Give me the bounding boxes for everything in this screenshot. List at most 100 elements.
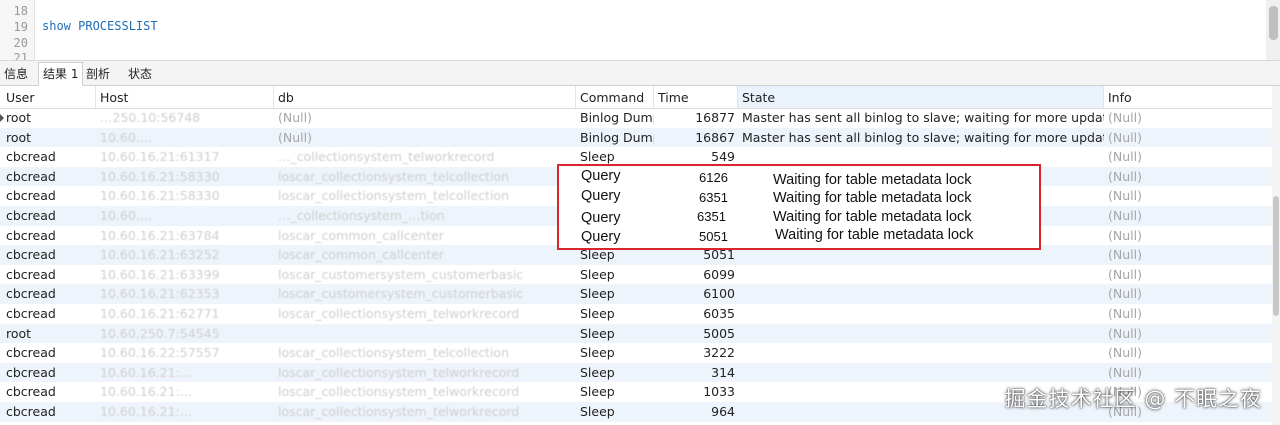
table-row[interactable]: cbcread 10.60.16.21:… loscar_collectionsys… [0,362,1280,383]
cell-user[interactable]: root [2,128,96,148]
cell-time[interactable]: 5005 [654,324,738,344]
cell-command[interactable]: Binlog Dump [576,108,654,128]
cell-host[interactable]: 10.60.250.7:54545 [96,324,274,344]
grid-scroll-thumb[interactable] [1273,196,1279,316]
table-row[interactable]: root 10.60.250.7:54545 Sleep 5005 (Null) [0,323,1280,344]
cell-state[interactable] [738,324,1104,344]
table-row[interactable]: cbcread 10.60.16.21:62771 loscar_collectio… [0,304,1280,324]
cell-db[interactable]: loscar_common_callcenter [274,245,576,265]
cell-host[interactable]: 10.60.16.21:63784 [96,226,274,246]
cell-time[interactable]: 314 [654,363,738,383]
result-grid[interactable]: User Host db Command Time State Info roo… [0,86,1280,425]
cell-db[interactable]: loscar_collectionsystem_telworkrecord [274,363,576,383]
cell-user[interactable]: cbcread [2,167,96,187]
cell-host[interactable]: 10.60.… [96,206,274,226]
editor-scroll-thumb[interactable] [1269,6,1278,40]
tab-result-1[interactable]: 结果 1 [38,62,84,86]
cell-info[interactable]: (Null) [1104,363,1264,383]
cell-user[interactable]: cbcread [2,402,96,422]
cell-time[interactable]: 6035 [654,304,738,324]
cell-state[interactable] [738,343,1104,363]
cell-command[interactable]: Sleep [576,304,654,324]
table-row[interactable]: root …250.10:56748 (Null) Binlog Dump 16877 M… [0,108,1280,128]
cell-user[interactable]: cbcread [2,304,96,324]
cell-db[interactable]: loscar_collectionsystem_telcollection [274,167,576,187]
cell-user[interactable]: cbcread [2,363,96,383]
cell-state[interactable] [738,304,1104,324]
cell-info[interactable]: (Null) [1104,128,1264,148]
column-header-db[interactable]: db [274,86,576,108]
cell-command[interactable]: Sleep [576,265,654,285]
sql-code-line[interactable]: show PROCESSLIST [42,19,158,33]
column-header-command[interactable]: Command [576,86,654,108]
cell-info[interactable]: (Null) [1104,147,1264,167]
cell-db[interactable]: loscar_common_callcenter [274,226,576,246]
cell-info[interactable]: (Null) [1104,245,1264,265]
cell-db[interactable]: loscar_collectionsystem_telcollection [274,186,576,206]
column-header-info[interactable]: Info [1104,86,1272,108]
cell-time[interactable]: 16877 [654,108,738,128]
cell-state[interactable] [738,363,1104,383]
cell-time[interactable]: 16867 [654,128,738,148]
cell-host[interactable]: 10.60.16.21:58330 [96,186,274,206]
cell-state[interactable]: Master has sent all binlog to slave; wai… [738,108,1104,128]
cell-db[interactable]: …_collectionsystem_telworkrecord [274,147,576,167]
tab-profile[interactable]: 剖析 [82,63,114,85]
cell-host[interactable]: 10.60.16.21:63399 [96,265,274,285]
cell-user[interactable]: cbcread [2,147,96,167]
cell-state[interactable] [738,284,1104,304]
cell-info[interactable]: (Null) [1104,284,1264,304]
cell-command[interactable]: Sleep [576,324,654,344]
editor-scrollbar[interactable] [1266,0,1280,60]
cell-host[interactable]: 10.60.… [96,128,274,148]
column-header-time[interactable]: Time [654,86,738,108]
cell-user[interactable]: cbcread [2,284,96,304]
cell-host[interactable]: 10.60.16.21:… [96,363,274,383]
cell-db[interactable]: loscar_customersystem_customerbasic [274,284,576,304]
table-row[interactable]: cbcread 10.60.16.21:63399 loscar_customers… [0,265,1280,285]
cell-time[interactable]: 964 [654,402,738,422]
cell-host[interactable]: …250.10:56748 [96,108,274,128]
cell-time[interactable]: 3222 [654,343,738,363]
sql-editor[interactable]: 18 19 20 21 show PROCESSLIST [0,0,1280,61]
cell-db[interactable]: (Null) [274,128,576,148]
cell-command[interactable]: Sleep [576,402,654,422]
cell-db[interactable]: loscar_collectionsystem_telworkrecord [274,382,576,402]
cell-command[interactable]: Sleep [576,284,654,304]
cell-info[interactable]: (Null) [1104,186,1264,206]
cell-state[interactable]: Master has sent all binlog to slave; wai… [738,128,1104,148]
cell-command[interactable]: Sleep [576,382,654,402]
cell-host[interactable]: 10.60.16.21:63252 [96,245,274,265]
cell-time[interactable]: 6099 [654,265,738,285]
cell-db[interactable]: loscar_collectionsystem_telworkrecord [274,304,576,324]
cell-info[interactable]: (Null) [1104,108,1264,128]
cell-info[interactable]: (Null) [1104,304,1264,324]
cell-db[interactable]: …_collectionsystem_…tion [274,206,576,226]
cell-host[interactable]: 10.60.16.22:57557 [96,343,274,363]
cell-info[interactable]: (Null) [1104,343,1264,363]
cell-command[interactable]: Sleep [576,363,654,383]
tab-info[interactable]: 信息 [0,63,32,85]
cell-info[interactable]: (Null) [1104,324,1264,344]
cell-db[interactable]: loscar_collectionsystem_telcollection [274,343,576,363]
cell-user[interactable]: root [2,108,96,128]
table-row[interactable]: cbcread 10.60.16.21:62353 loscar_customers… [0,284,1280,304]
cell-host[interactable]: 10.60.16.21:62771 [96,304,274,324]
column-header-host[interactable]: Host [96,86,274,108]
cell-info[interactable]: (Null) [1104,226,1264,246]
cell-command[interactable]: Binlog Dump [576,128,654,148]
cell-info[interactable]: (Null) [1104,265,1264,285]
cell-user[interactable]: cbcread [2,186,96,206]
cell-user[interactable]: cbcread [2,265,96,285]
cell-host[interactable]: 10.60.16.21:61317 [96,147,274,167]
table-row[interactable]: root 10.60.… (Null) Binlog Dump 16867 Master … [0,127,1280,148]
cell-user[interactable]: cbcread [2,226,96,246]
cell-host[interactable]: 10.60.16.21:… [96,402,274,422]
cell-host[interactable]: 10.60.16.21:… [96,382,274,402]
cell-user[interactable]: cbcread [2,245,96,265]
cell-time[interactable]: 6100 [654,284,738,304]
cell-info[interactable]: (Null) [1104,167,1264,187]
column-header-user[interactable]: User [2,86,96,108]
cell-command[interactable]: Sleep [576,343,654,363]
cell-db[interactable]: (Null) [274,108,576,128]
